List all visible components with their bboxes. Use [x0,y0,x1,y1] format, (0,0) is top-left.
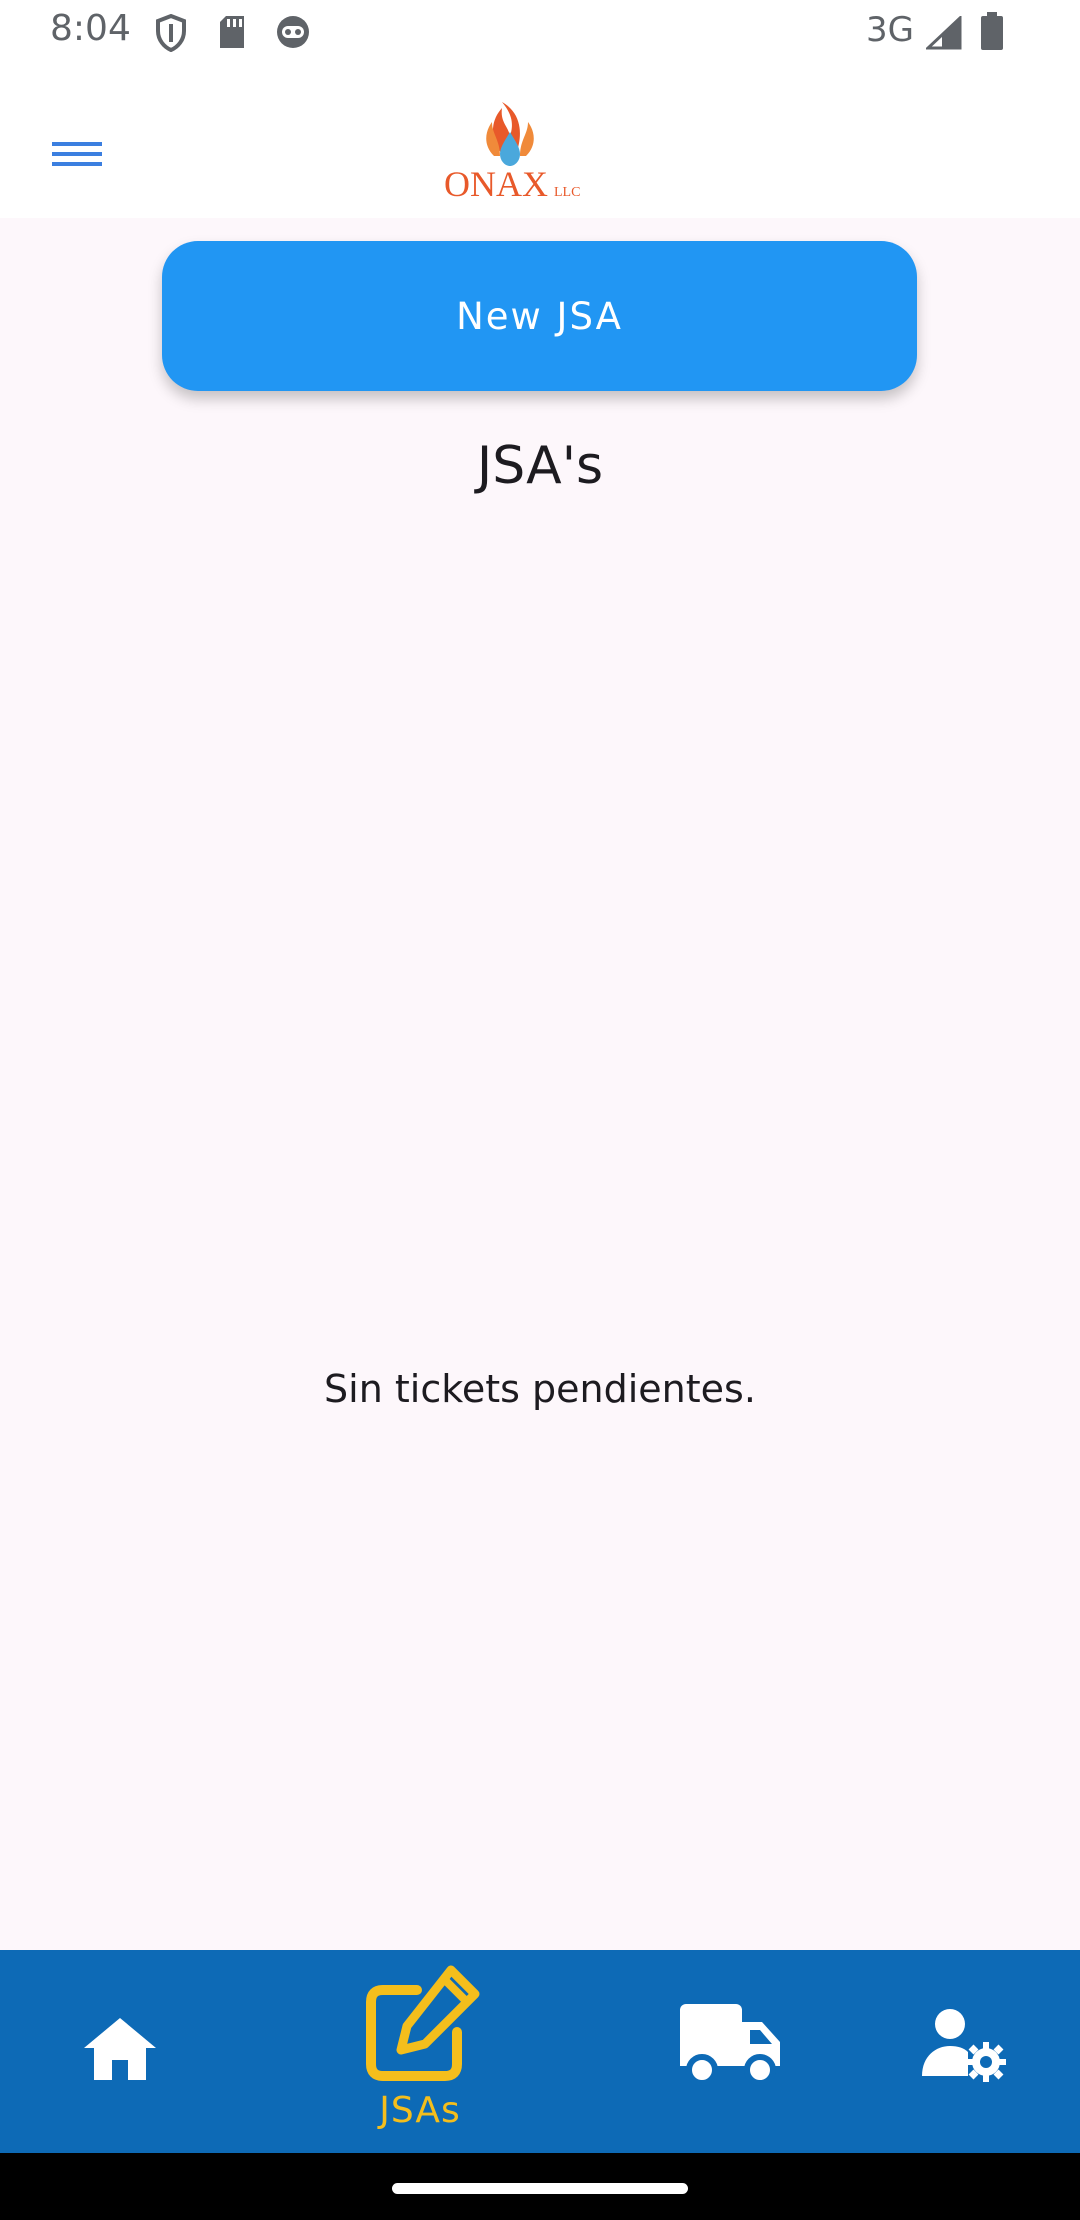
home-gesture-handle[interactable] [392,2183,688,2194]
truck-icon [680,2004,780,2086]
nav-item-home[interactable] [40,1950,200,2153]
android-icon [275,14,311,54]
onax-logo: ONAX LLC [430,74,600,204]
menu-icon [52,142,102,166]
logo-suffix: LLC [554,185,580,200]
status-time: 8:04 [50,8,131,49]
sd-card-icon [217,14,247,54]
edit-icon [366,1965,480,2081]
battery-icon [980,12,1004,54]
app-bar: ONAX LLC [0,66,1080,218]
nav-item-user-settings[interactable] [900,1950,1040,2153]
nav-label-jsas: JSAs [379,2090,461,2131]
empty-state-message: Sin tickets pendientes. [324,1367,756,1411]
bottom-navigation: JSAs [0,1950,1080,2153]
network-type: 3G [866,10,914,50]
home-icon [84,2018,156,2080]
shield-icon [155,13,187,56]
logo-text: ONAX [444,164,548,204]
user-settings-icon [922,2009,1006,2082]
system-navigation-bar [0,2153,1080,2220]
nav-item-trucks[interactable] [660,1950,800,2153]
new-jsa-button[interactable]: New JSA [162,241,917,391]
signal-icon [924,14,962,54]
status-bar: 8:04 3G [0,0,1080,66]
menu-button[interactable] [36,116,116,186]
nav-item-jsas[interactable]: JSAs [340,1950,500,2153]
page-title: JSA's [476,436,604,496]
